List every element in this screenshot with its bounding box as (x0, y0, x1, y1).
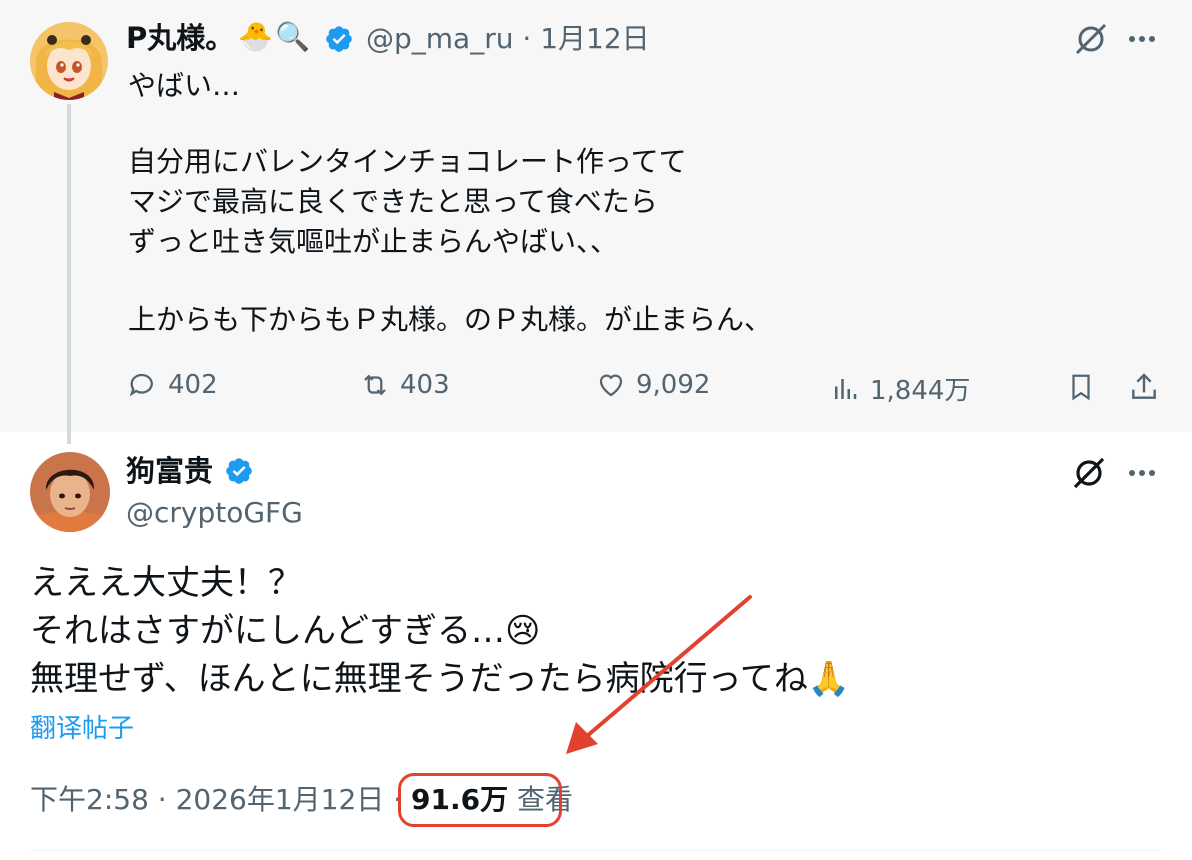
parent-handle[interactable]: @p_ma_ru (366, 22, 513, 55)
verified-icon (226, 458, 252, 484)
annotation-highlight (398, 773, 562, 827)
parent-text-line: ずっと吐き気嘔吐が止まらんやばい、、 (128, 225, 619, 258)
parent-date[interactable]: 1月12日 (540, 22, 649, 55)
reply-icon (129, 373, 153, 397)
more-icon[interactable] (1124, 24, 1160, 54)
thread-connector (67, 104, 71, 444)
tweet-time[interactable]: 下午2:58 (30, 783, 149, 816)
grok-icon[interactable] (1072, 20, 1110, 58)
parent-text-line: マジで最高に良くできたと思って食べたら (128, 185, 658, 218)
like-icon (599, 374, 623, 397)
retweet-icon (364, 374, 386, 396)
retweet-count: 403 (400, 370, 450, 400)
tweet-date[interactable]: 2026年1月12日 (176, 783, 385, 816)
reply-count: 402 (168, 370, 218, 400)
bookmark-icon[interactable] (1066, 370, 1096, 404)
reply-button[interactable]: 402 (128, 370, 218, 400)
parent-text-line: 上からも下からもＰ丸様。のＰ丸様。が止まらん、 (128, 303, 773, 336)
magnifier-emoji: 🔍 (275, 20, 310, 53)
meta-separator: · (157, 783, 167, 816)
translate-link[interactable]: 翻译帖子 (30, 708, 134, 745)
chick-emoji: 🐣 (238, 20, 273, 53)
folded-hands-emoji: 🙏 (807, 659, 851, 699)
annotation-arrow (566, 595, 752, 754)
reply-handle[interactable]: @cryptoGFG (126, 496, 303, 530)
parent-text-line: 自分用にバレンタインチョコレート作ってて (128, 145, 687, 178)
grok-icon[interactable] (1070, 454, 1108, 492)
reply-text-line: えええ大丈夫！？ (30, 563, 302, 603)
retweet-button[interactable]: 403 (360, 370, 450, 400)
meta-separator: · (522, 22, 532, 55)
reply-display-name[interactable]: 狗富贵 (126, 454, 213, 488)
parent-display-name[interactable]: P丸様。 (126, 21, 234, 55)
share-icon[interactable] (1128, 370, 1160, 404)
views-icon (835, 378, 857, 399)
like-button[interactable]: 9,092 (596, 370, 710, 400)
parent-tweet[interactable]: P丸様。 🐣 🔍 @p_ma_ru · 1月12日 やばい… 自分用にバレンタイ… (0, 0, 1192, 444)
view-count: 1,844万 (870, 376, 971, 406)
crying-emoji: 😢 (504, 611, 541, 651)
like-count: 9,092 (636, 370, 711, 400)
parent-text-line: やばい… (128, 69, 241, 102)
reply-text-line: それはさすがにしんどすぎる… (30, 611, 505, 651)
divider (30, 850, 1162, 851)
parent-avatar[interactable] (30, 22, 108, 100)
verified-icon (326, 26, 352, 52)
reply-avatar[interactable] (30, 452, 110, 532)
more-icon[interactable] (1124, 458, 1160, 488)
views-button[interactable]: 1,844万 (830, 370, 970, 407)
